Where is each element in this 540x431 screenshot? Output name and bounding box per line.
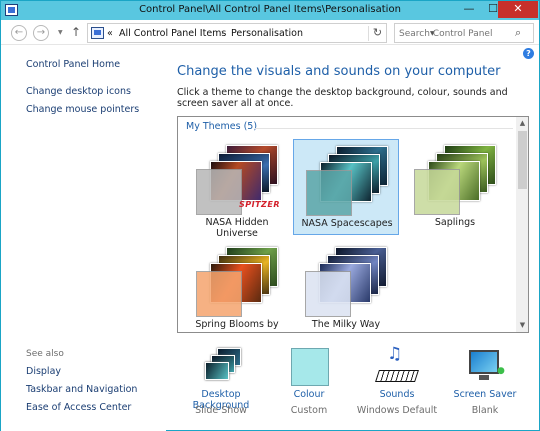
desktop-background-option[interactable]: Desktop Background Slide Show	[173, 344, 269, 424]
theme-label: Saplings	[434, 217, 476, 228]
spitzer-logo: SPITZER	[239, 200, 280, 209]
theme-colour-swatch	[196, 271, 242, 317]
theme-list-scrollbar[interactable]: ▲ ▼	[516, 117, 528, 332]
option-name[interactable]: Screen Saver	[437, 389, 533, 400]
theme-preview-stack	[196, 247, 280, 317]
change-desktop-icons-link[interactable]: Change desktop icons	[26, 86, 131, 97]
option-value: Custom	[290, 405, 328, 416]
address-bar[interactable]: « All Control Panel Items › Personalisat…	[87, 23, 435, 43]
theme-preview-stack	[414, 145, 498, 215]
page-title: Change the visuals and sounds on your co…	[177, 64, 501, 79]
theme-label: Spring Blooms by	[195, 319, 279, 330]
desktop-background-icon	[203, 348, 243, 386]
breadcrumb-personalisation[interactable]: Personalisation	[231, 28, 303, 39]
theme-preview-stack	[305, 247, 389, 317]
search-box[interactable]: ⌕	[394, 23, 534, 43]
control-panel-icon	[91, 27, 104, 39]
colour-swatch-icon	[291, 348, 331, 386]
scroll-thumb[interactable]	[518, 131, 527, 189]
theme-list-box: My Themes (5) SPITZER NASA Hidden Univer…	[177, 116, 529, 333]
option-name[interactable]: Colour	[261, 389, 357, 400]
close-button[interactable]: ✕	[498, 1, 538, 18]
refresh-button[interactable]: ↻	[368, 26, 386, 41]
screen-saver-option[interactable]: ● Screen Saver Blank	[437, 344, 533, 424]
theme-colour-swatch	[306, 170, 352, 216]
change-mouse-pointers-link[interactable]: Change mouse pointers	[26, 104, 139, 115]
navigation-bar: ← → ▼ ↑ « All Control Panel Items › Pers…	[1, 21, 539, 45]
theme-list: My Themes (5) SPITZER NASA Hidden Univer…	[178, 117, 516, 332]
up-button[interactable]: ↑	[71, 25, 81, 39]
theme-tile-nasa-hidden-universe[interactable]: SPITZER NASA Hidden Universe	[184, 139, 290, 239]
taskbar-navigation-link[interactable]: Taskbar and Navigation	[26, 384, 137, 395]
theme-label: NASA Spacescapes	[301, 218, 393, 229]
personalisation-window: Control Panel\All Control Panel Items\Pe…	[0, 0, 540, 431]
theme-label: The Milky Way	[311, 319, 381, 330]
back-button[interactable]: ←	[11, 25, 27, 41]
option-value: Slide Show	[195, 405, 247, 416]
theme-preview-stack	[306, 146, 390, 216]
option-value: Windows Default	[356, 405, 438, 416]
theme-tile-nasa-spacescapes[interactable]: NASA Spacescapes	[293, 139, 399, 235]
ease-of-access-link[interactable]: Ease of Access Center	[26, 402, 131, 413]
sounds-icon: ♫	[375, 344, 419, 386]
search-input[interactable]	[399, 27, 509, 40]
my-themes-group-title: My Themes (5)	[186, 121, 258, 132]
breadcrumb-all-items[interactable]: All Control Panel Items	[119, 28, 226, 39]
screen-saver-icon: ●	[467, 348, 507, 386]
title-bar: Control Panel\All Control Panel Items\Pe…	[1, 1, 539, 20]
theme-colour-swatch	[414, 169, 460, 215]
control-panel-home-link[interactable]: Control Panel Home	[26, 59, 120, 70]
theme-label: NASA Hidden Universe	[205, 217, 269, 239]
sidebar: Control Panel Home Change desktop icons …	[1, 46, 166, 431]
option-name[interactable]: Sounds	[349, 389, 445, 400]
theme-tile-saplings[interactable]: Saplings	[402, 139, 508, 235]
display-link[interactable]: Display	[26, 366, 61, 377]
breadcrumb-overflow[interactable]: «	[107, 28, 113, 39]
scroll-down-icon[interactable]: ▼	[516, 319, 528, 332]
theme-colour-swatch	[305, 271, 351, 317]
forward-button[interactable]: →	[33, 25, 49, 41]
option-value: Blank	[471, 405, 499, 416]
recent-pages-dropdown-icon[interactable]: ▼	[58, 29, 63, 36]
see-also-heading: See also	[26, 349, 64, 359]
chevron-right-icon[interactable]: ›	[221, 28, 224, 37]
theme-tile-spring-blooms[interactable]: Spring Blooms by	[184, 241, 290, 332]
group-divider	[255, 128, 513, 129]
colour-option[interactable]: Colour Custom	[261, 344, 357, 424]
page-description: Click a theme to change the desktop back…	[177, 87, 508, 109]
minimize-button[interactable]: —	[457, 1, 481, 18]
help-icon[interactable]: ?	[523, 48, 534, 59]
theme-colour-swatch	[196, 169, 242, 215]
sounds-option[interactable]: ♫ Sounds Windows Default	[349, 344, 445, 424]
search-icon[interactable]: ⌕	[515, 26, 521, 40]
scroll-up-icon[interactable]: ▲	[516, 117, 528, 130]
theme-tile-milky-way[interactable]: The Milky Way	[293, 241, 399, 332]
